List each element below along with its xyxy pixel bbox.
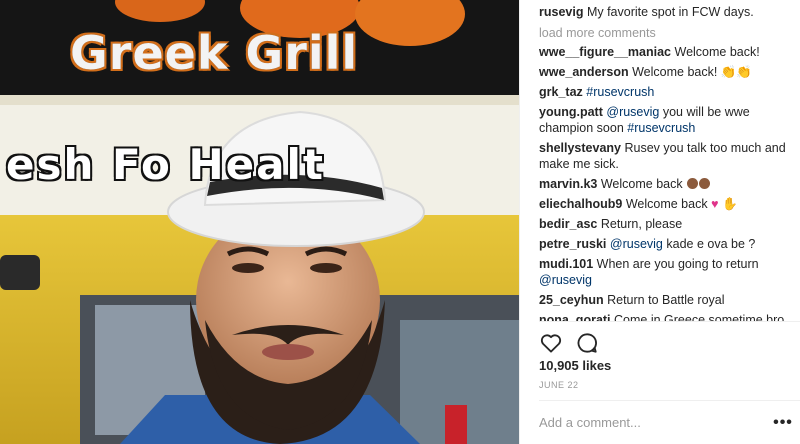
comments-list[interactable]: rusevig My favorite spot in FCW days. lo… — [539, 0, 792, 321]
caption-text: My favorite spot in FCW days. — [586, 5, 754, 19]
fist-emoji-icon — [687, 178, 699, 189]
comment-username[interactable]: shellystevany — [539, 141, 621, 155]
caption-username[interactable]: rusevig — [539, 5, 583, 19]
comment: bedir_asc Return, please — [539, 216, 792, 233]
comment-username[interactable]: petre_ruski — [539, 237, 606, 251]
hand-emoji-icon: ✋ — [721, 197, 738, 211]
comment-username[interactable]: bedir_asc — [539, 217, 597, 231]
post-date[interactable]: JUNE 22 — [539, 380, 579, 390]
comment-text: Welcome back! — [674, 45, 760, 59]
post-actions — [539, 331, 599, 355]
comment: young.patt @rusevig you will be wwe cham… — [539, 104, 792, 137]
comment: grk_taz #rusevcrush — [539, 84, 792, 101]
comment-text: Return, please — [600, 217, 683, 231]
comment-text: Welcome back — [625, 197, 708, 211]
comment: wwe_anderson Welcome back! 👏👏 — [539, 64, 792, 81]
comment-mention[interactable]: @rusevig — [539, 273, 592, 287]
comment: petre_ruski @rusevig kade e ova be ? — [539, 236, 792, 253]
comment: eliechalhoub9 Welcome back ♥ ✋ — [539, 196, 792, 213]
comment-text: kade e ova be ? — [666, 237, 756, 251]
comment-text: Come in Greece sometime bro — [614, 313, 785, 321]
load-more-comments-link[interactable]: load more comments — [539, 25, 792, 41]
comment-username[interactable]: wwe_anderson — [539, 65, 629, 79]
caption: rusevig My favorite spot in FCW days. — [539, 4, 792, 21]
comment-username[interactable]: young.patt — [539, 105, 603, 119]
comment: mudi.101 When are you going to return @r… — [539, 256, 792, 289]
comment: nona_gorati Come in Greece sometime bro — [539, 312, 792, 321]
comment-mention[interactable]: @rusevig — [610, 237, 663, 251]
comment-bubble-icon — [577, 333, 597, 353]
comment-text: When are you going to return — [596, 257, 759, 271]
sign-banner-text: esh Fo Healt — [6, 140, 325, 189]
comment-username[interactable]: nona_gorati — [539, 313, 611, 321]
clapping-hands-emoji-icon: 👏👏 — [720, 65, 752, 79]
more-options-button[interactable]: ••• — [766, 414, 800, 432]
comment-username[interactable]: 25_ceyhun — [539, 293, 604, 307]
comment: shellystevany Rusev you talk too much an… — [539, 140, 792, 173]
comment-username[interactable]: marvin.k3 — [539, 177, 597, 191]
add-comment-input[interactable] — [539, 415, 766, 430]
sign-greek-grill-text: Greek Grill — [70, 26, 359, 80]
post-photo[interactable]: Greek Grill esh Fo Healt — [0, 0, 519, 444]
comment-username[interactable]: eliechalhoub9 — [539, 197, 622, 211]
comment-mention[interactable]: @rusevig — [606, 105, 659, 119]
comment-username[interactable]: mudi.101 — [539, 257, 593, 271]
instagram-post: Greek Grill esh Fo Healt rusevig My favo… — [0, 0, 800, 444]
like-button[interactable] — [539, 331, 563, 355]
comment: marvin.k3 Welcome back — [539, 176, 792, 193]
comment-username[interactable]: grk_taz — [539, 85, 583, 99]
heart-icon — [540, 334, 562, 353]
comment-text: Welcome back! — [632, 65, 718, 79]
comment-hashtag[interactable]: #rusevcrush — [627, 121, 695, 135]
comment-username[interactable]: wwe__figure__maniac — [539, 45, 671, 59]
add-comment-bar: ••• — [539, 400, 800, 444]
likes-count[interactable]: 10,905 likes — [539, 358, 611, 373]
post-side-panel: rusevig My favorite spot in FCW days. lo… — [519, 0, 800, 444]
comment: wwe__figure__maniac Welcome back! — [539, 44, 792, 61]
heart-emoji-icon: ♥ — [711, 197, 719, 211]
comment-hashtag[interactable]: #rusevcrush — [586, 85, 654, 99]
fist-emoji-icon — [699, 178, 711, 189]
comment: 25_ceyhun Return to Battle royal — [539, 292, 792, 309]
comment-text: Welcome back — [600, 177, 683, 191]
divider — [539, 321, 800, 322]
comment-button[interactable] — [575, 331, 599, 355]
comment-text: Return to Battle royal — [607, 293, 725, 307]
